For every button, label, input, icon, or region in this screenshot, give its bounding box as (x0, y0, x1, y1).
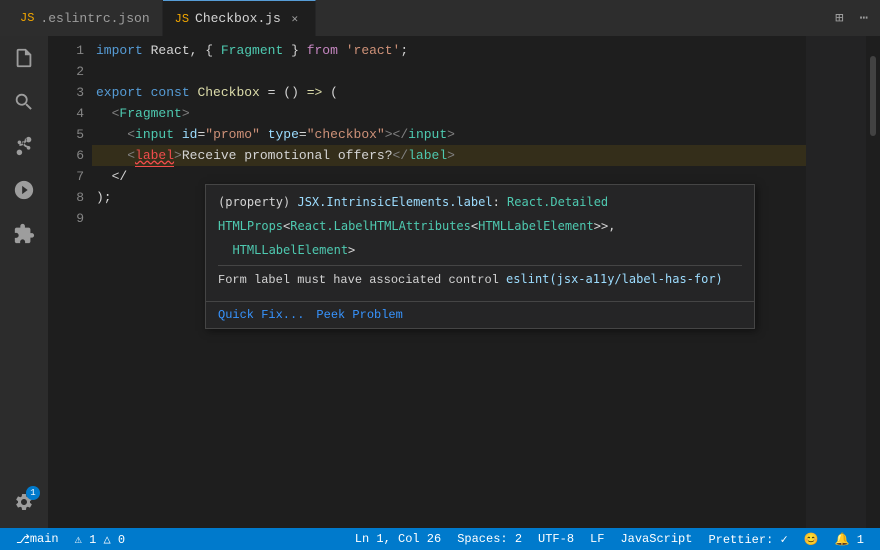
minimap (806, 36, 866, 528)
hover-type-html: HTMLProps (218, 219, 283, 233)
activity-bottom: 1 (6, 484, 42, 528)
prettier-label: Prettier: ✓ (708, 532, 787, 547)
tab-checkbox-icon: JS (175, 12, 189, 26)
notifications-label: 🔔 1 (835, 532, 864, 547)
status-language[interactable]: JavaScript (612, 532, 700, 546)
hover-divider (218, 265, 742, 266)
git-branch-icon: ⎇ (16, 532, 30, 547)
hover-colon: : (493, 195, 507, 209)
hover-eslint-text: Form label must have associated control (218, 273, 506, 287)
activity-files[interactable] (6, 40, 42, 76)
error-warning-label: ⚠ 1 △ 0 (75, 532, 125, 547)
tab-checkbox[interactable]: JS Checkbox.js ✕ (163, 0, 316, 36)
code-line-3: export const Checkbox = () => ( (92, 82, 806, 103)
line-numbers: 1 2 3 4 5 6 7 8 9 (48, 36, 92, 528)
tab-list: JS .eslintrc.json JS Checkbox.js ✕ (8, 0, 316, 36)
title-bar: JS .eslintrc.json JS Checkbox.js ✕ ⊞ ⋯ (0, 0, 880, 36)
hover-eslint-message: Form label must have associated control … (218, 270, 742, 289)
code-line-6: <label>Receive promotional offers?</labe… (92, 145, 806, 166)
encoding-label: UTF-8 (538, 532, 574, 546)
hover-type-signature: (property) JSX.IntrinsicElements.label: … (218, 193, 742, 211)
git-branch-label: main (30, 532, 59, 546)
split-editor-icon[interactable]: ⊞ (831, 8, 847, 29)
code-line-5: <input id="promo" type="checkbox"></inpu… (92, 124, 806, 145)
editor-area: 1 2 3 4 5 6 7 8 9 import React, { Fragme… (48, 36, 880, 528)
activity-source-control[interactable] (6, 128, 42, 164)
eol-label: LF (590, 532, 604, 546)
status-git-branch[interactable]: ⎇ main (8, 528, 67, 550)
hover-bracket-4: > (348, 243, 355, 257)
quick-fix-button[interactable]: Quick Fix... (218, 308, 304, 322)
hover-popup: (property) JSX.IntrinsicElements.label: … (205, 184, 755, 329)
code-line-2 (92, 61, 806, 82)
hover-html-label: HTMLLabelElement (478, 219, 594, 233)
scrollbar-thumb (870, 56, 876, 136)
settings-badge: 1 (26, 486, 40, 500)
hover-type-signature-2: HTMLProps<React.LabelHTMLAttributes<HTML… (218, 217, 742, 235)
status-errors[interactable]: ⚠ 1 △ 0 (67, 528, 133, 550)
tab-eslintrc-icon: JS (20, 11, 34, 25)
spaces-label: Spaces: 2 (457, 532, 522, 546)
activity-debug[interactable] (6, 172, 42, 208)
hover-prop-name: JSX.IntrinsicElements.label (297, 195, 492, 209)
code-line-4: <Fragment> (92, 103, 806, 124)
hover-popup-content: (property) JSX.IntrinsicElements.label: … (206, 185, 754, 301)
tab-eslintrc-label: .eslintrc.json (40, 11, 149, 26)
hover-bracket-3: >>, (594, 219, 616, 233)
hover-eslint-code: eslint(jsx-a11y/label-has-for) (506, 272, 723, 286)
hover-type-react: React.Detailed (507, 195, 608, 209)
activity-bar: 1 (0, 36, 48, 528)
status-line-col[interactable]: Ln 1, Col 26 (347, 532, 449, 546)
status-notifications[interactable]: 🔔 1 (827, 532, 872, 547)
language-label: JavaScript (620, 532, 692, 546)
hover-popup-actions: Quick Fix... Peek Problem (206, 301, 754, 328)
status-right-items: Ln 1, Col 26 Spaces: 2 UTF-8 LF JavaScri… (347, 532, 872, 547)
hover-react-label: React.LabelHTMLAttributes (290, 219, 471, 233)
activity-extensions[interactable] (6, 216, 42, 252)
line-col-label: Ln 1, Col 26 (355, 532, 441, 546)
status-emoji[interactable]: 😊 (796, 532, 827, 547)
hover-type-signature-3: HTMLLabelElement> (218, 241, 742, 259)
title-bar-actions: ⊞ ⋯ (831, 8, 872, 29)
code-line-1: import React, { Fragment } from 'react'; (92, 40, 806, 61)
status-bar: ⎇ main ⚠ 1 △ 0 Ln 1, Col 26 Spaces: 2 UT… (0, 528, 880, 550)
tab-eslintrc[interactable]: JS .eslintrc.json (8, 0, 163, 36)
activity-settings[interactable]: 1 (6, 484, 42, 520)
emoji-label: 😊 (804, 532, 819, 547)
status-eol[interactable]: LF (582, 532, 612, 546)
tab-checkbox-close[interactable]: ✕ (287, 11, 303, 27)
status-spaces[interactable]: Spaces: 2 (449, 532, 530, 546)
peek-problem-button[interactable]: Peek Problem (316, 308, 402, 322)
hover-type-text: (property) (218, 195, 297, 209)
scrollbar[interactable] (866, 36, 880, 528)
activity-search[interactable] (6, 84, 42, 120)
main-area: 1 1 2 3 4 5 6 7 8 9 import React, { F (0, 36, 880, 528)
tab-checkbox-label: Checkbox.js (195, 11, 281, 26)
status-encoding[interactable]: UTF-8 (530, 532, 582, 546)
more-actions-icon[interactable]: ⋯ (856, 8, 872, 29)
status-prettier[interactable]: Prettier: ✓ (700, 532, 795, 547)
hover-html-label-2: HTMLLabelElement (232, 243, 348, 257)
